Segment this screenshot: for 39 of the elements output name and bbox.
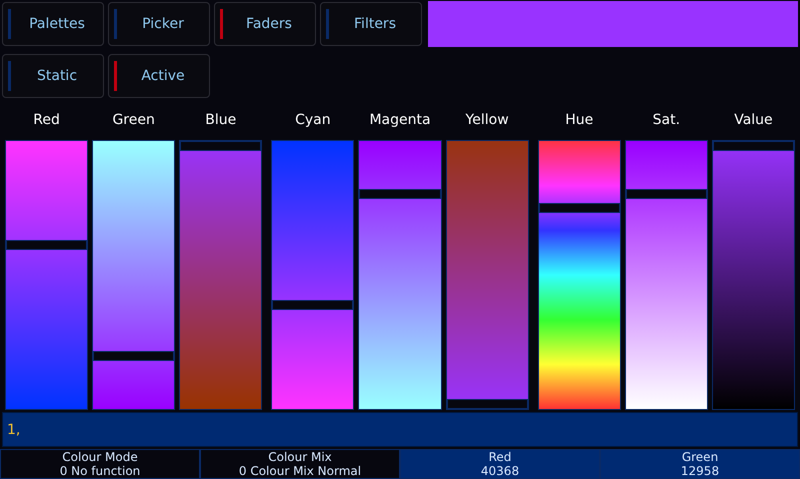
mode-button[interactable]: Palettes [2,2,104,46]
parameter-value: 0 Colour Mix Normal [238,464,362,478]
parameter-name: Colour Mix [268,450,332,464]
fader-label: Cyan [294,110,332,130]
parameter-value: 12958 [680,464,720,478]
colour-fader[interactable] [538,140,621,410]
mode-button[interactable]: Faders [214,2,316,46]
colour-fader[interactable] [358,140,442,410]
colour-fader[interactable] [5,140,88,410]
fader-label: Green [111,110,156,130]
fader-handle[interactable] [712,141,794,152]
colour-fader[interactable] [624,140,708,410]
fader-label: Yellow [464,110,510,130]
fader-label: Blue [204,110,238,130]
fader-handle[interactable] [359,189,441,200]
mode-button[interactable]: Filters [320,2,422,46]
mode-button[interactable]: Picker [108,2,210,46]
fader-label: Value [733,110,774,130]
fader-handle[interactable] [272,300,354,310]
fader-handle[interactable] [180,141,262,152]
fader-handle[interactable] [446,398,528,409]
parameter-name: Colour Mode [62,450,138,464]
fader-handle[interactable] [93,350,174,360]
colour-fader[interactable] [271,140,354,410]
mode-button[interactable]: Static [2,54,104,98]
parameter-name: Green [682,450,718,464]
command-text: 1, [7,422,20,438]
fader-handle[interactable] [626,189,707,200]
mode-button[interactable]: Active [108,54,210,98]
fader-label: Magenta [368,110,432,130]
parameter-name: Red [488,450,512,464]
fader-label: Hue [564,110,594,130]
colour-fader[interactable] [92,140,176,410]
fader-handle[interactable] [6,240,88,250]
parameter-value: 0 No function [60,464,140,478]
fader-label: Sat. [652,110,682,130]
fader-handle[interactable] [538,202,620,213]
fader-label: Red [32,110,61,130]
parameter-value: 40368 [480,464,520,478]
